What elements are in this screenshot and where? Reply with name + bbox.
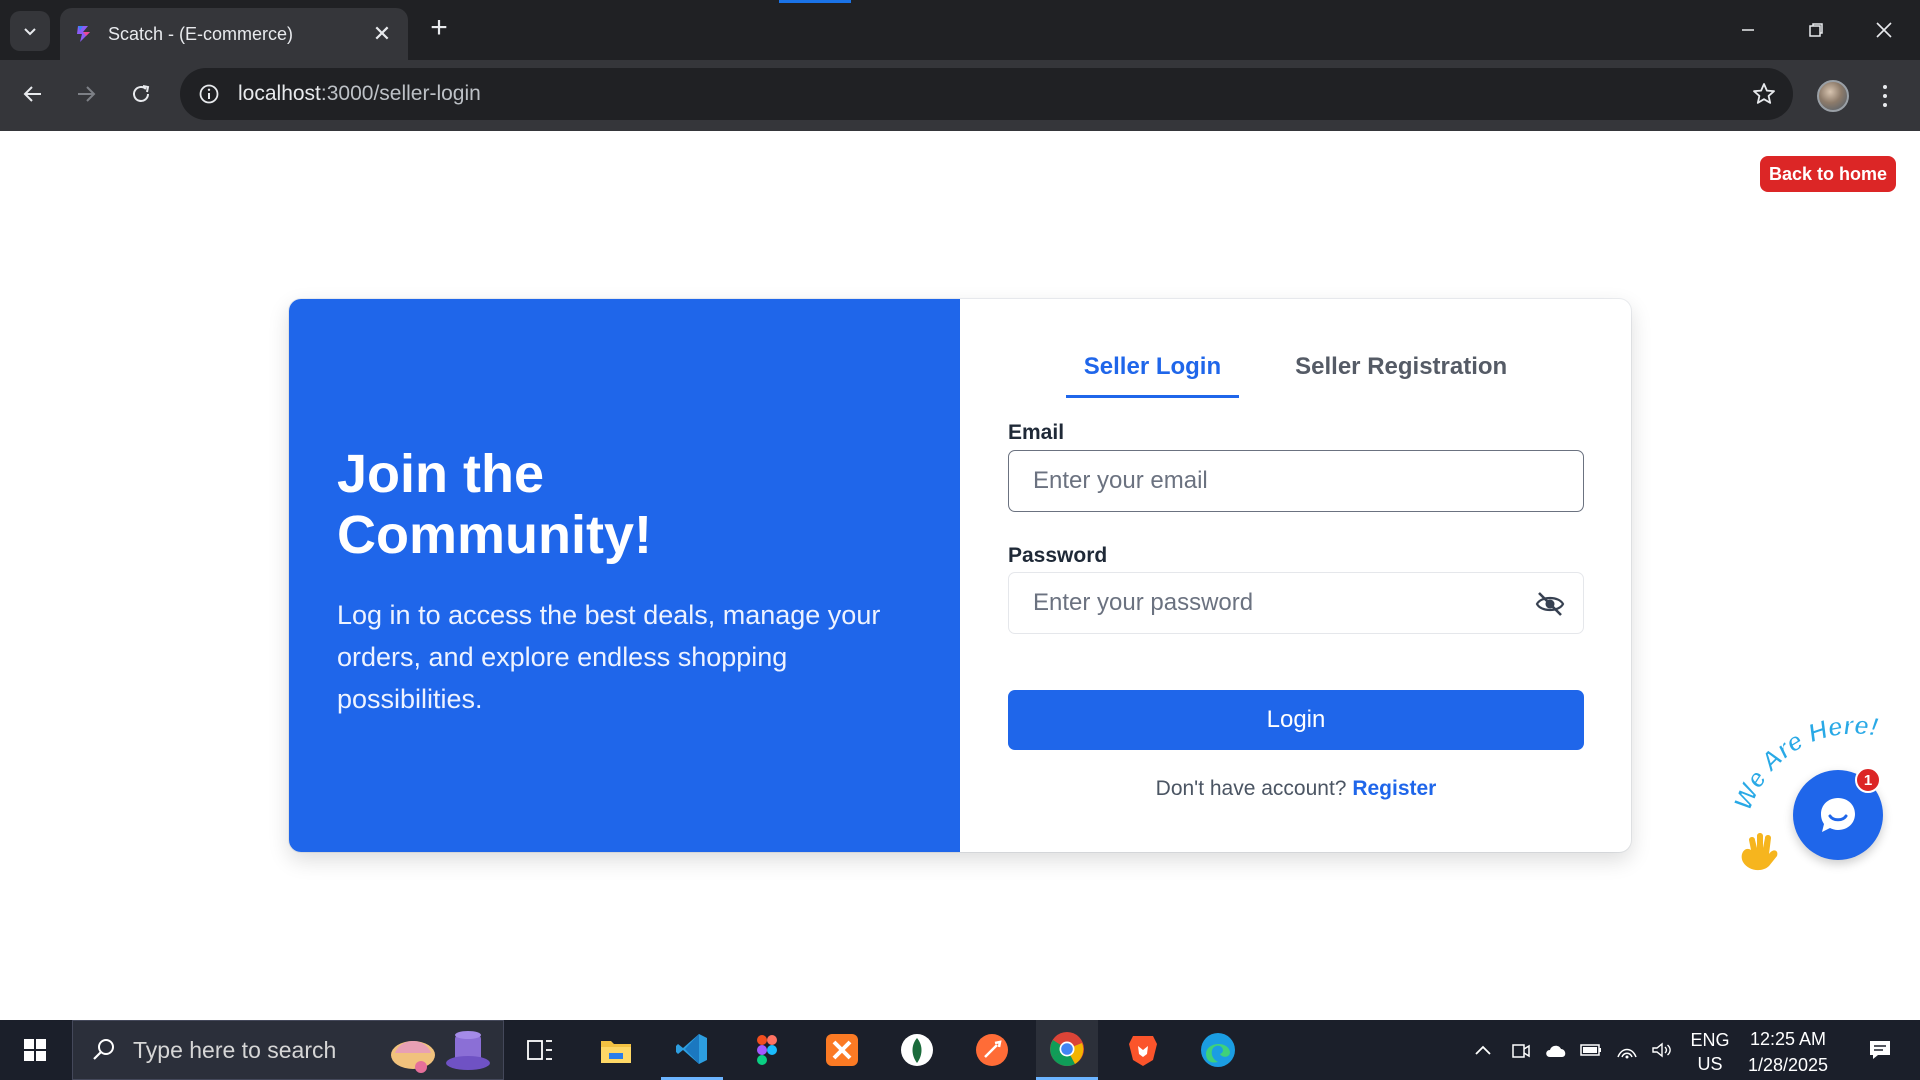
menu-kebab-icon[interactable] [1870, 76, 1900, 116]
volume-icon[interactable] [1647, 1020, 1677, 1080]
address-bar[interactable]: localhost:3000/seller-login [180, 68, 1793, 120]
url-text: localhost:3000/seller-login [238, 82, 481, 106]
tab-close-icon[interactable]: ✕ [370, 22, 394, 46]
vscode-icon[interactable] [661, 1020, 723, 1080]
task-view-icon[interactable] [509, 1020, 571, 1080]
eye-slash-icon[interactable] [1535, 591, 1565, 617]
meet-now-icon[interactable] [1506, 1020, 1536, 1080]
page-content: Back to home Join the Community! Log in … [0, 131, 1920, 1020]
windows-taskbar: Type here to search ENG US 12:25 AM 1/28… [0, 1020, 1920, 1080]
tab-seller-login[interactable]: Seller Login [1065, 353, 1240, 398]
forward-arrow-icon[interactable] [66, 74, 106, 114]
close-icon[interactable] [1850, 0, 1918, 60]
password-field[interactable]: Enter your password [1008, 572, 1584, 634]
taskbar-search-placeholder: Type here to search [133, 1036, 337, 1063]
language-region: US [1697, 1054, 1723, 1074]
browser-tab[interactable]: Scatch - (E-commerce) ✕ [60, 8, 408, 60]
browser-tab-bar: Scatch - (E-commerce) ✕ + [0, 0, 1920, 60]
tab-search-icon[interactable] [10, 11, 50, 51]
new-tab-button[interactable]: + [424, 13, 454, 44]
mongodb-compass-icon[interactable] [886, 1020, 948, 1080]
clock-date: 1/28/2025 [1747, 1055, 1829, 1075]
notification-center-icon[interactable] [1850, 1020, 1910, 1080]
auth-tabs: Seller Login Seller Registration [960, 353, 1631, 398]
minimize-icon[interactable] [1714, 0, 1782, 60]
chat-unread-badge: 1 [1855, 767, 1881, 793]
password-label: Password [1008, 544, 1108, 567]
bookmark-star-icon[interactable] [1751, 81, 1777, 107]
tab-loading-indicator [779, 0, 851, 3]
tab-seller-registration[interactable]: Seller Registration [1277, 353, 1525, 398]
postman-icon[interactable] [961, 1020, 1023, 1080]
clock-time: 12:25 AM [1749, 1029, 1827, 1049]
password-placeholder: Enter your password [1033, 589, 1254, 616]
battery-icon[interactable] [1576, 1020, 1606, 1080]
restore-icon[interactable] [1782, 0, 1850, 60]
figma-icon[interactable] [736, 1020, 798, 1080]
register-link[interactable]: Register [1352, 777, 1436, 800]
onedrive-cloud-icon[interactable] [1541, 1020, 1571, 1080]
hero-title: Join the Community! [337, 444, 652, 565]
edge-icon[interactable] [1187, 1020, 1249, 1080]
hero-panel: Join the Community! Log in to access the… [289, 299, 960, 852]
browser-toolbar: localhost:3000/seller-login [0, 60, 1920, 131]
scatch-favicon-icon [74, 24, 94, 44]
email-label: Email [1008, 421, 1065, 444]
brave-icon[interactable] [1112, 1020, 1174, 1080]
taskbar-search-box[interactable]: Type here to search [72, 1020, 504, 1080]
windows-start-icon[interactable] [0, 1020, 70, 1080]
email-placeholder: Enter your email [1033, 467, 1208, 494]
language-indicator[interactable]: ENG US [1688, 1028, 1732, 1076]
back-to-home-button[interactable]: Back to home [1760, 156, 1896, 192]
form-panel: Seller Login Seller Registration Email E… [960, 299, 1631, 852]
language-code: ENG [1690, 1030, 1730, 1050]
wifi-icon[interactable] [1612, 1020, 1642, 1080]
profile-avatar[interactable] [1817, 80, 1849, 112]
taskbar-clock[interactable]: 12:25 AM 1/28/2025 [1736, 1026, 1840, 1078]
file-explorer-icon[interactable] [585, 1020, 647, 1080]
register-prompt: Don't have account? Register [1008, 777, 1584, 801]
back-arrow-icon[interactable] [13, 74, 53, 114]
no-account-text: Don't have account? [1155, 777, 1347, 800]
chat-bubble-icon [1821, 798, 1855, 832]
chrome-icon[interactable] [1036, 1020, 1098, 1080]
url-path: :3000/seller-login [320, 82, 481, 105]
seller-login-card: Join the Community! Log in to access the… [289, 299, 1631, 852]
search-icon [93, 1039, 114, 1060]
waving-hand-icon [1735, 832, 1783, 882]
login-button[interactable]: Login [1008, 690, 1584, 750]
tray-overflow-chevron-icon[interactable] [1468, 1020, 1498, 1080]
reload-icon[interactable] [121, 74, 161, 114]
email-field[interactable]: Enter your email [1008, 450, 1584, 512]
url-host: localhost [238, 82, 321, 105]
search-highlight-art-icon [385, 1027, 495, 1075]
tab-title: Scatch - (E-commerce) [108, 23, 294, 44]
hero-subtitle: Log in to access the best deals, manage … [337, 600, 881, 714]
site-info-icon[interactable] [194, 79, 224, 109]
xampp-icon[interactable] [811, 1020, 873, 1080]
